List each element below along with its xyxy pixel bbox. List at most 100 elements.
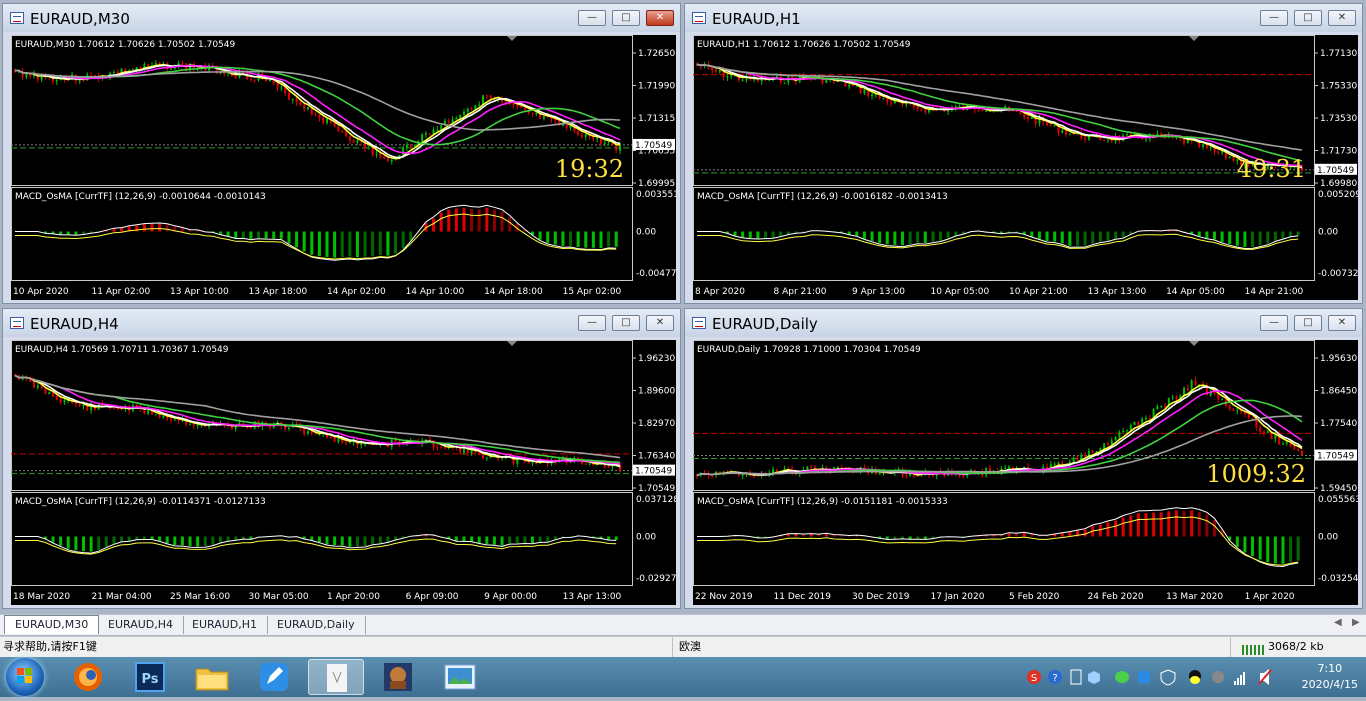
minimize-button[interactable]: — — [1260, 10, 1288, 26]
price-chart[interactable]: EURAUD,M30 1.70612 1.70626 1.70502 1.705… — [11, 35, 676, 300]
candle-body — [1233, 409, 1235, 411]
price-tick-label: 1.86450 — [1320, 387, 1357, 397]
candle-body — [227, 73, 229, 74]
macd-bar — [371, 232, 374, 257]
current-price-label: 1.70549 — [1317, 166, 1354, 176]
current-price-label: 1.70549 — [635, 141, 672, 151]
candle-body — [1031, 117, 1033, 119]
candle-body — [436, 130, 438, 131]
chart-window-h1[interactable]: EURAUD,H1 — □ ✕ EURAUD,H1 1.70612 1.70626… — [684, 3, 1363, 304]
candle-body — [1103, 140, 1105, 141]
candle-body — [143, 409, 145, 413]
maximize-button[interactable]: □ — [612, 10, 640, 26]
minimize-button[interactable]: — — [578, 315, 606, 331]
candle-body — [235, 77, 237, 78]
close-button[interactable]: ✕ — [1328, 315, 1356, 331]
time-tick-label: 8 Apr 2020 — [695, 287, 745, 297]
macd-bar — [1266, 537, 1269, 563]
macd-bar — [787, 232, 790, 235]
close-button[interactable]: ✕ — [646, 10, 674, 26]
macd-bar — [356, 537, 359, 547]
macd-bar — [802, 534, 805, 536]
image-viewer-taskbar-icon[interactable] — [432, 659, 488, 695]
candle-body — [246, 427, 248, 428]
main-panel-border — [12, 341, 633, 491]
macd-bar — [364, 537, 367, 547]
moving-average-line — [15, 375, 620, 465]
candle-body — [822, 76, 824, 83]
close-button[interactable]: ✕ — [1328, 10, 1356, 26]
maximize-button[interactable]: □ — [612, 315, 640, 331]
candle-body — [978, 109, 980, 110]
chart-window-icon — [10, 12, 24, 24]
price-tick-label: 1.71990 — [638, 82, 675, 92]
macd-bar — [508, 217, 511, 232]
candle-body — [364, 444, 366, 445]
candle-body — [1267, 431, 1269, 433]
macd-bar — [280, 232, 283, 239]
price-tick-label: 1.69980 — [1320, 179, 1357, 189]
macd-tick-label: 0.00 — [636, 533, 656, 543]
minimize-button[interactable]: — — [578, 10, 606, 26]
window-titlebar[interactable]: EURAUD,M30 — □ ✕ — [3, 4, 680, 32]
notes-taskbar-icon[interactable] — [246, 659, 302, 695]
price-chart[interactable]: EURAUD,H4 1.70569 1.70711 1.70367 1.7054… — [11, 340, 676, 605]
candle-body — [1016, 111, 1018, 112]
tab-euraud-m30[interactable]: EURAUD,M30 — [4, 615, 99, 634]
macd-bar — [386, 537, 389, 542]
macd-bar — [1221, 232, 1224, 242]
game-taskbar-icon[interactable] — [370, 659, 426, 695]
macd-bar — [1251, 537, 1254, 557]
time-tick-label: 14 Apr 21:00 — [1245, 287, 1304, 297]
candle-body — [307, 431, 309, 434]
moving-average-line — [15, 375, 620, 457]
chart-window-h4[interactable]: EURAUD,H4 — □ ✕ EURAUD,H4 1.70569 1.70711… — [2, 308, 681, 609]
close-button[interactable]: ✕ — [646, 315, 674, 331]
candle-body — [486, 95, 488, 96]
macd-bar — [592, 232, 595, 248]
firefox-taskbar-icon[interactable] — [60, 659, 116, 695]
maximize-button[interactable]: □ — [1294, 315, 1322, 331]
window-titlebar[interactable]: EURAUD,H4 — □ ✕ — [3, 309, 680, 337]
maximize-button[interactable]: □ — [1294, 10, 1322, 26]
chart-window-m30[interactable]: EURAUD,M30 — □ ✕ EURAUD,M30 1.70612 1.706… — [2, 3, 681, 304]
price-tick-label: 1.77130 — [1320, 49, 1357, 59]
tab-euraud-h1[interactable]: EURAUD,H1 — [182, 616, 268, 634]
candle-body — [444, 447, 446, 448]
chart-window-icon — [10, 317, 24, 329]
macd-bar — [394, 232, 397, 254]
macd-bar — [825, 533, 828, 536]
candle-body — [440, 125, 442, 129]
chart-window-daily[interactable]: EURAUD,Daily — □ ✕ EURAUD,Daily 1.70928 1… — [684, 308, 1363, 609]
price-chart[interactable]: EURAUD,Daily 1.70928 1.71000 1.70304 1.7… — [693, 340, 1358, 605]
photoshop-taskbar-icon[interactable]: Ps — [122, 659, 178, 695]
macd-tick-label: 0.00 — [1318, 533, 1338, 543]
price-chart[interactable]: EURAUD,H1 1.70612 1.70626 1.70502 1.7054… — [693, 35, 1358, 300]
mt4-taskbar-icon[interactable] — [308, 659, 364, 695]
start-button[interactable] — [6, 658, 44, 696]
window-titlebar[interactable]: EURAUD,H1 — □ ✕ — [685, 4, 1362, 32]
windows-taskbar: Ps S ? — [0, 657, 1366, 697]
minimize-button[interactable]: — — [1260, 315, 1288, 331]
macd-bar — [1297, 537, 1300, 561]
candle-body — [1286, 442, 1288, 444]
macd-bar — [1259, 232, 1262, 246]
bar-countdown: 1009:32 — [1206, 460, 1306, 488]
macd-bar — [440, 213, 443, 232]
tab-euraud-h4[interactable]: EURAUD,H4 — [98, 616, 184, 634]
macd-bar — [310, 232, 313, 255]
macd-bar — [1198, 512, 1201, 537]
candle-body — [1202, 144, 1204, 147]
candle-body — [277, 84, 279, 88]
tab-euraud-daily[interactable]: EURAUD,Daily — [267, 616, 366, 634]
macd-bar — [1084, 529, 1087, 536]
window-titlebar[interactable]: EURAUD,Daily — □ ✕ — [685, 309, 1362, 337]
window-title: EURAUD,H4 — [30, 315, 119, 333]
candle-body — [924, 110, 926, 113]
taskbar-clock[interactable]: 7:10 2020/4/15 — [1302, 661, 1358, 693]
tab-scroll-right-icon[interactable]: ▶ — [1352, 617, 1360, 628]
candle-body — [1092, 451, 1094, 453]
tab-scroll-left-icon[interactable]: ◀ — [1334, 617, 1342, 628]
candle-body — [79, 404, 81, 406]
file-explorer-taskbar-icon[interactable] — [184, 659, 240, 695]
